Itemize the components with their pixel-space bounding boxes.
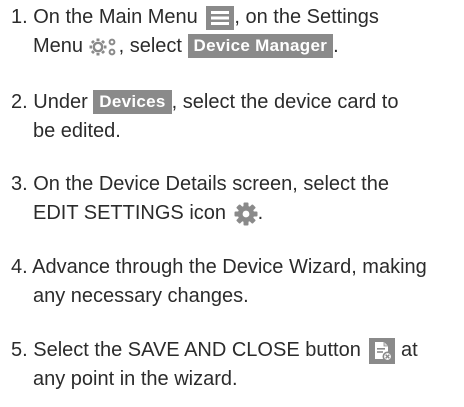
step-4-line-1: 4. Advance through the Device Wizard, ma… xyxy=(11,253,461,282)
step-number: 2. xyxy=(11,91,28,113)
step-1: 1. On the Main Menu , on the Settings Me… xyxy=(11,3,461,61)
menu-icon xyxy=(206,5,235,30)
step-number: 5. xyxy=(11,339,28,361)
step-text: . xyxy=(257,202,264,224)
gear-icon xyxy=(234,202,258,226)
step-1-line-2: Menu , select Device Manager . xyxy=(11,32,461,61)
save-and-close-icon xyxy=(369,337,396,364)
step-text: Select the SAVE AND CLOSE button xyxy=(33,339,361,361)
step-2-line-2: be edited. xyxy=(11,117,461,146)
step-text: Advance through the Device Wizard, makin… xyxy=(32,256,427,278)
step-5: 5. Select the SAVE AND CLOSE button at a… xyxy=(11,336,461,394)
step-text: at xyxy=(400,339,418,361)
step-text: EDIT SETTINGS icon xyxy=(33,202,227,224)
step-number: 4. xyxy=(11,256,28,278)
step-text: any point in the wizard. xyxy=(33,368,238,390)
step-3: 3. On the Device Details screen, select … xyxy=(11,170,461,228)
step-text: any necessary changes. xyxy=(33,285,249,307)
step-4: 4. Advance through the Device Wizard, ma… xyxy=(11,253,461,311)
step-5-line-2: any point in the wizard. xyxy=(11,365,461,394)
step-number: 1. xyxy=(11,6,28,28)
devices-label: Devices xyxy=(93,90,172,114)
step-text: be edited. xyxy=(33,120,121,142)
step-number: 3. xyxy=(11,173,28,195)
step-2-line-1: 2. Under Devices, select the device card… xyxy=(11,88,461,117)
step-3-line-2: EDIT SETTINGS icon . xyxy=(11,199,461,228)
step-text: , select the device card to xyxy=(171,91,399,113)
step-2: 2. Under Devices, select the device card… xyxy=(11,88,461,146)
step-text: , select xyxy=(118,35,182,57)
step-text: Menu xyxy=(33,35,84,57)
step-1-line-1: 1. On the Main Menu , on the Settings xyxy=(11,3,461,32)
step-text: Under xyxy=(33,91,88,113)
step-text: On the Main Menu xyxy=(33,6,198,28)
step-text: , on the Settings xyxy=(234,6,379,28)
step-text: . xyxy=(333,35,339,57)
settings-gears-icon xyxy=(89,36,119,58)
step-4-line-2: any necessary changes. xyxy=(11,282,461,311)
device-manager-label: Device Manager xyxy=(187,34,334,58)
step-text: On the Device Details screen, select the xyxy=(33,173,389,195)
step-3-line-1: 3. On the Device Details screen, select … xyxy=(11,170,461,199)
step-5-line-1: 5. Select the SAVE AND CLOSE button at xyxy=(11,336,461,365)
